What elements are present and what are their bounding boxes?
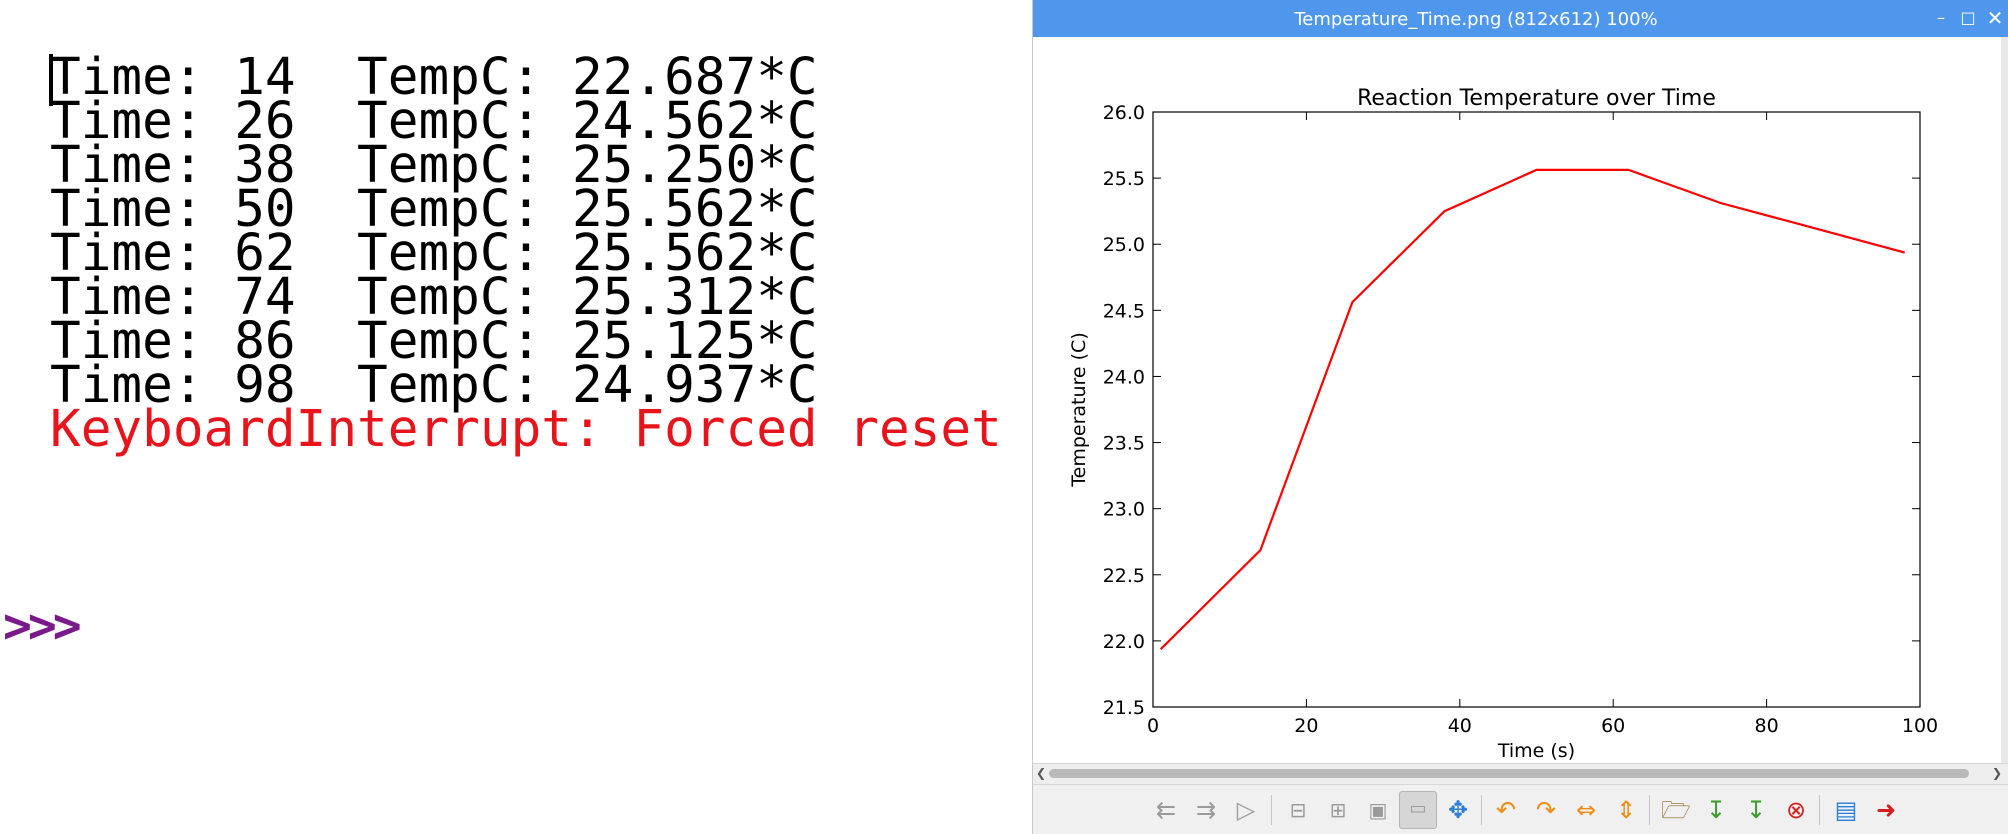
x-tick-label: 0: [1147, 715, 1159, 737]
zoom-fit-icon[interactable]: ▣: [1361, 793, 1395, 827]
temperature-chart: 0 20 40 60 80 100 21.5 22.0 22.5 23.0 23.5 24.0 24.5…: [1068, 86, 1938, 762]
flip-horizontal-icon[interactable]: ⇔: [1569, 793, 1603, 827]
image-viewer-window: Temperature_Time.png (812x612) 100% – □ …: [1032, 0, 2008, 834]
x-tick-label: 20: [1294, 715, 1318, 737]
slideshow-icon[interactable]: ▷: [1229, 793, 1263, 827]
original-size-icon[interactable]: ▭: [1399, 791, 1437, 829]
x-tick-label: 100: [1902, 715, 1938, 737]
x-tick-label: 80: [1755, 715, 1779, 737]
scroll-left-arrow-icon[interactable]: ❮: [1033, 764, 1049, 782]
open-file-icon[interactable]: 🗁: [1659, 793, 1693, 827]
vertical-scrollbar[interactable]: [2001, 37, 2008, 767]
close-button[interactable]: ✕: [1986, 8, 2004, 28]
save-as-icon[interactable]: ↧: [1739, 793, 1773, 827]
next-icon[interactable]: ⇉: [1189, 793, 1223, 827]
horizontal-scrollbar[interactable]: ❮ ❯: [1033, 763, 2008, 784]
y-tick-label: 21.5: [1103, 697, 1145, 719]
quit-icon[interactable]: ➜: [1869, 793, 1903, 827]
plot-area: [1152, 111, 1921, 708]
previous-icon[interactable]: ⇇: [1149, 793, 1183, 827]
y-tick-label: 24.0: [1103, 366, 1145, 388]
y-tick-label: 25.0: [1103, 234, 1145, 256]
window-titlebar[interactable]: Temperature_Time.png (812x612) 100% – □ …: [1033, 0, 2008, 37]
x-tick-label: 60: [1601, 715, 1625, 737]
flip-vertical-icon[interactable]: ⇕: [1609, 793, 1643, 827]
chart-title: Reaction Temperature over Time: [1357, 86, 1716, 111]
rotate-left-icon[interactable]: ↶: [1489, 793, 1523, 827]
y-tick-label: 23.5: [1103, 433, 1145, 455]
image-canvas: 0 20 40 60 80 100 21.5 22.0 22.5 23.0 23.5 24.0 24.5…: [1033, 37, 2008, 767]
save-file-icon[interactable]: ↧: [1699, 793, 1733, 827]
error-message: KeyboardInterrupt: Forced reset: [50, 400, 1002, 459]
window-title: Temperature_Time.png (812x612) 100%: [1294, 9, 1658, 30]
scroll-right-arrow-icon[interactable]: ❯: [1989, 764, 2005, 782]
zoom-in-icon[interactable]: ⊞: [1321, 793, 1355, 827]
x-tick-label: 40: [1448, 715, 1472, 737]
zoom-out-icon[interactable]: ⊟: [1281, 793, 1315, 827]
rotate-right-icon[interactable]: ↷: [1529, 793, 1563, 827]
y-axis-label: Temperature (C): [1068, 332, 1090, 488]
y-tick-label: 26.0: [1103, 102, 1145, 124]
y-tick-label: 22.0: [1103, 631, 1145, 653]
toolbar-separator: [1271, 795, 1272, 825]
scroll-thumb[interactable]: [1049, 769, 1969, 778]
toolbar-separator: [1819, 795, 1820, 825]
shell-prompt[interactable]: >>>: [3, 598, 82, 654]
y-tick-label: 24.5: [1103, 300, 1145, 322]
y-tick-label: 25.5: [1103, 168, 1145, 190]
viewer-toolbar: ⇇ ⇉ ▷ ⊟ ⊞ ▣ ▭ ✥ ↶ ↷ ⇔ ⇕ 🗁 ↧ ↧ ⊗ ▤ ➜: [1033, 784, 2008, 834]
fullscreen-icon[interactable]: ✥: [1441, 793, 1475, 827]
toolbar-separator: [1481, 795, 1482, 825]
preferences-icon[interactable]: ▤: [1829, 793, 1863, 827]
delete-icon[interactable]: ⊗: [1779, 793, 1813, 827]
toolbar-separator: [1649, 795, 1650, 825]
minimize-button[interactable]: –: [1932, 9, 1950, 27]
maximize-button[interactable]: □: [1959, 9, 1977, 27]
x-axis-label: Time (s): [1497, 740, 1575, 762]
y-tick-label: 22.5: [1103, 565, 1145, 587]
y-tick-label: 23.0: [1103, 499, 1145, 521]
python-shell[interactable]: Time: 14 TempC: 22.687*C Time: 26 TempC:…: [0, 0, 1030, 834]
